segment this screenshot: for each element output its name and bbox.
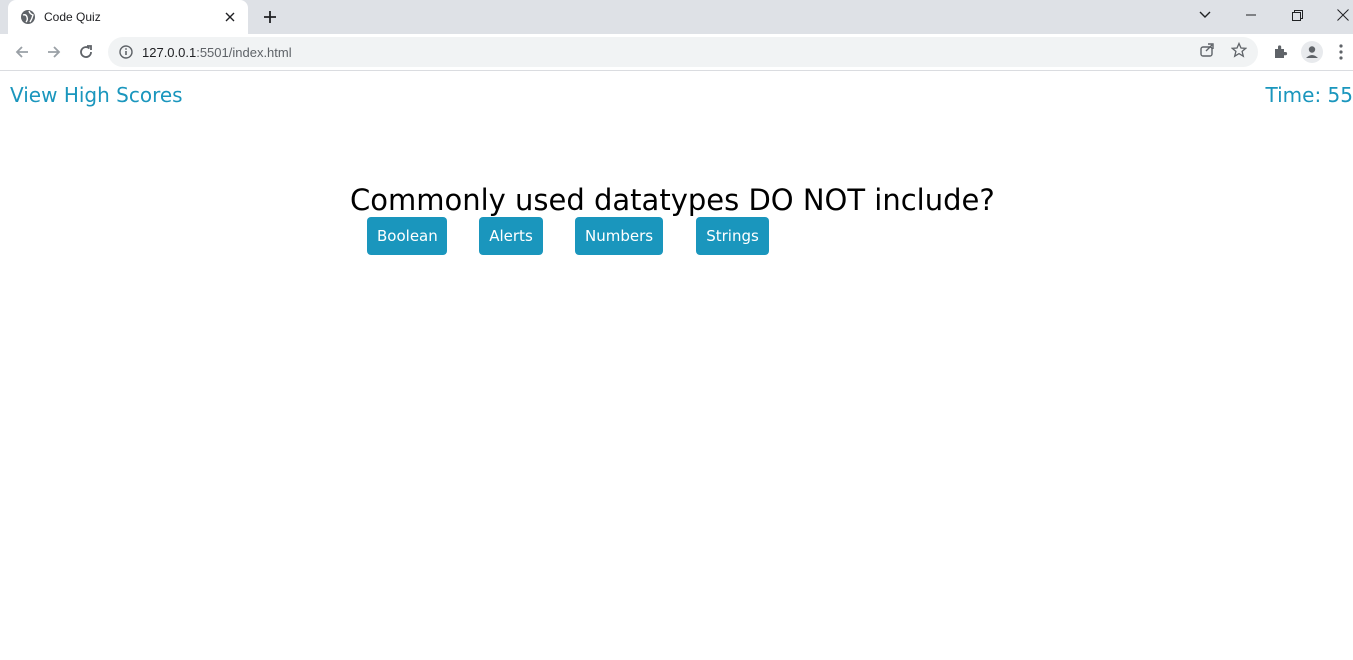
url-text: 127.0.0.1:5501/index.html — [142, 45, 292, 60]
tab-search-button[interactable] — [1182, 0, 1228, 30]
question-title: Commonly used datatypes DO NOT include? — [350, 183, 995, 217]
plus-icon — [264, 11, 276, 23]
answer-button-numbers[interactable]: Numbers — [575, 217, 663, 255]
reload-button[interactable] — [72, 38, 100, 66]
extensions-icon[interactable] — [1267, 39, 1293, 65]
star-icon[interactable] — [1230, 41, 1248, 59]
close-icon — [1337, 9, 1349, 21]
answer-button-strings[interactable]: Strings — [696, 217, 769, 255]
close-icon[interactable] — [222, 9, 238, 25]
minimize-button[interactable] — [1228, 0, 1274, 30]
chevron-down-icon — [1199, 11, 1211, 18]
globe-icon — [20, 9, 36, 25]
share-icon[interactable] — [1198, 41, 1216, 59]
menu-icon[interactable] — [1331, 39, 1351, 65]
forward-button[interactable] — [40, 38, 68, 66]
view-high-scores-link[interactable]: View High Scores — [10, 83, 183, 107]
new-tab-button[interactable] — [258, 6, 282, 28]
forward-icon — [48, 46, 61, 58]
info-icon[interactable] — [118, 44, 134, 60]
window-close-button[interactable] — [1320, 0, 1353, 30]
restore-icon — [1291, 9, 1303, 21]
answer-button-boolean[interactable]: Boolean — [367, 217, 447, 255]
quiz-page: View High Scores Time: 55 Commonly used … — [0, 71, 1353, 660]
profile-icon[interactable] — [1299, 39, 1325, 65]
minimize-icon — [1246, 14, 1256, 16]
reload-icon — [80, 45, 92, 58]
address-bar[interactable]: 127.0.0.1:5501/index.html — [108, 37, 1258, 67]
back-button[interactable] — [8, 38, 36, 66]
tab-title: Code Quiz — [44, 10, 101, 24]
timer: Time: 55 — [1265, 83, 1353, 107]
url-host: 127.0.0.1 — [142, 44, 197, 60]
answer-button-alerts[interactable]: Alerts — [479, 217, 543, 255]
browser-tab-strip: Code Quiz — [0, 0, 1353, 34]
url-path: :5501/index.html — [196, 44, 292, 60]
browser-toolbar: 127.0.0.1:5501/index.html — [0, 34, 1353, 71]
browser-tab[interactable]: Code Quiz — [8, 0, 248, 34]
restore-button[interactable] — [1274, 0, 1320, 30]
back-icon — [15, 46, 28, 58]
